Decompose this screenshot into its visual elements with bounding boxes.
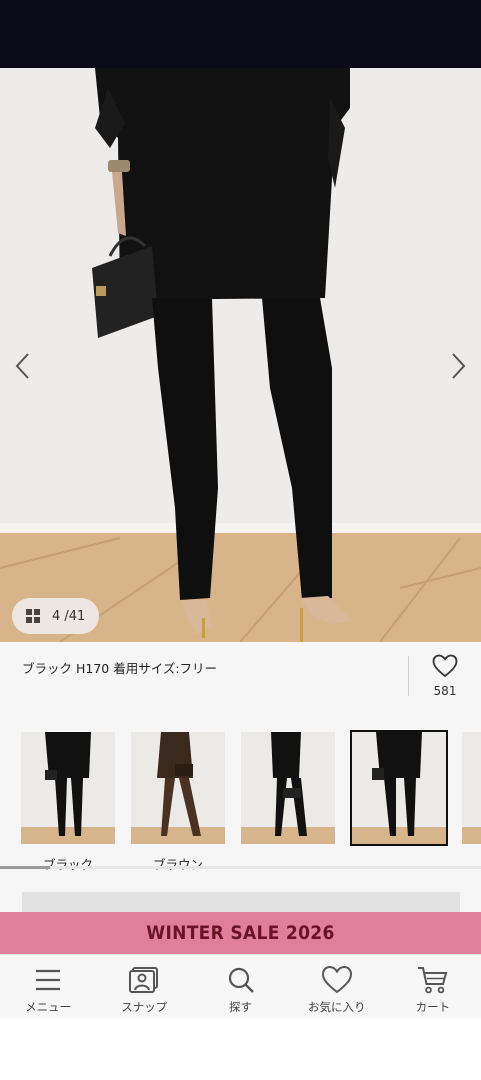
menu-icon: [36, 969, 61, 991]
variant-thumb[interactable]: [462, 732, 481, 844]
nav-favorites-label: お気に入り: [307, 1000, 366, 1014]
nav-search[interactable]: 探す: [192, 955, 288, 1018]
chevron-left-icon: [15, 353, 29, 379]
favorite-count: 581: [433, 684, 457, 698]
grid-icon: [26, 609, 40, 623]
image-counter-button[interactable]: 4 /41: [12, 598, 99, 634]
nav-cart[interactable]: カート: [385, 955, 481, 1018]
variant-carousel[interactable]: ブラック ブラウン: [0, 712, 481, 912]
heart-icon: [432, 654, 458, 678]
variant-scrollbar[interactable]: [0, 866, 481, 869]
nav-cart-label: カート: [415, 1000, 451, 1014]
search-icon: [228, 967, 254, 993]
image-counter: 4 /41: [52, 608, 86, 624]
variant-thumb[interactable]: [241, 732, 335, 844]
blank-area: [0, 1018, 481, 1080]
status-bar: [0, 0, 481, 68]
product-image-carousel[interactable]: 4 /41: [0, 68, 481, 642]
variant-label: ブラック: [42, 857, 93, 872]
caption-row: ブラック H170 着用サイズ:フリー 581: [0, 642, 481, 712]
nav-menu[interactable]: メニュー: [0, 955, 96, 1018]
chevron-right-icon: [452, 353, 466, 379]
bottom-nav: メニュー スナップ 探す お気に入り カート: [0, 954, 481, 1018]
variant-thumb-selected[interactable]: [350, 730, 448, 846]
variant-label: ブラウン: [152, 857, 203, 872]
product-photo: [0, 68, 481, 642]
favorites-icon: [321, 965, 352, 994]
nav-favorites[interactable]: お気に入り: [289, 955, 385, 1018]
sale-banner-text: WINTER SALE 2026: [146, 922, 335, 944]
image-caption: ブラック H170 着用サイズ:フリー: [22, 661, 218, 676]
nav-menu-label: メニュー: [25, 1000, 72, 1014]
favorite-button[interactable]: 581: [420, 654, 470, 698]
divider: [408, 656, 409, 696]
nav-snap[interactable]: スナップ: [96, 955, 192, 1018]
snap-icon: [129, 967, 159, 993]
grey-bar: [22, 892, 460, 912]
sale-banner[interactable]: WINTER SALE 2026: [0, 912, 481, 954]
variant-thumb[interactable]: [21, 732, 115, 844]
next-image-button[interactable]: [445, 348, 473, 384]
nav-snap-label: スナップ: [121, 1000, 168, 1014]
nav-search-label: 探す: [229, 1000, 252, 1014]
prev-image-button[interactable]: [8, 348, 36, 384]
variant-thumb[interactable]: [131, 732, 225, 844]
cart-icon: [417, 967, 448, 994]
